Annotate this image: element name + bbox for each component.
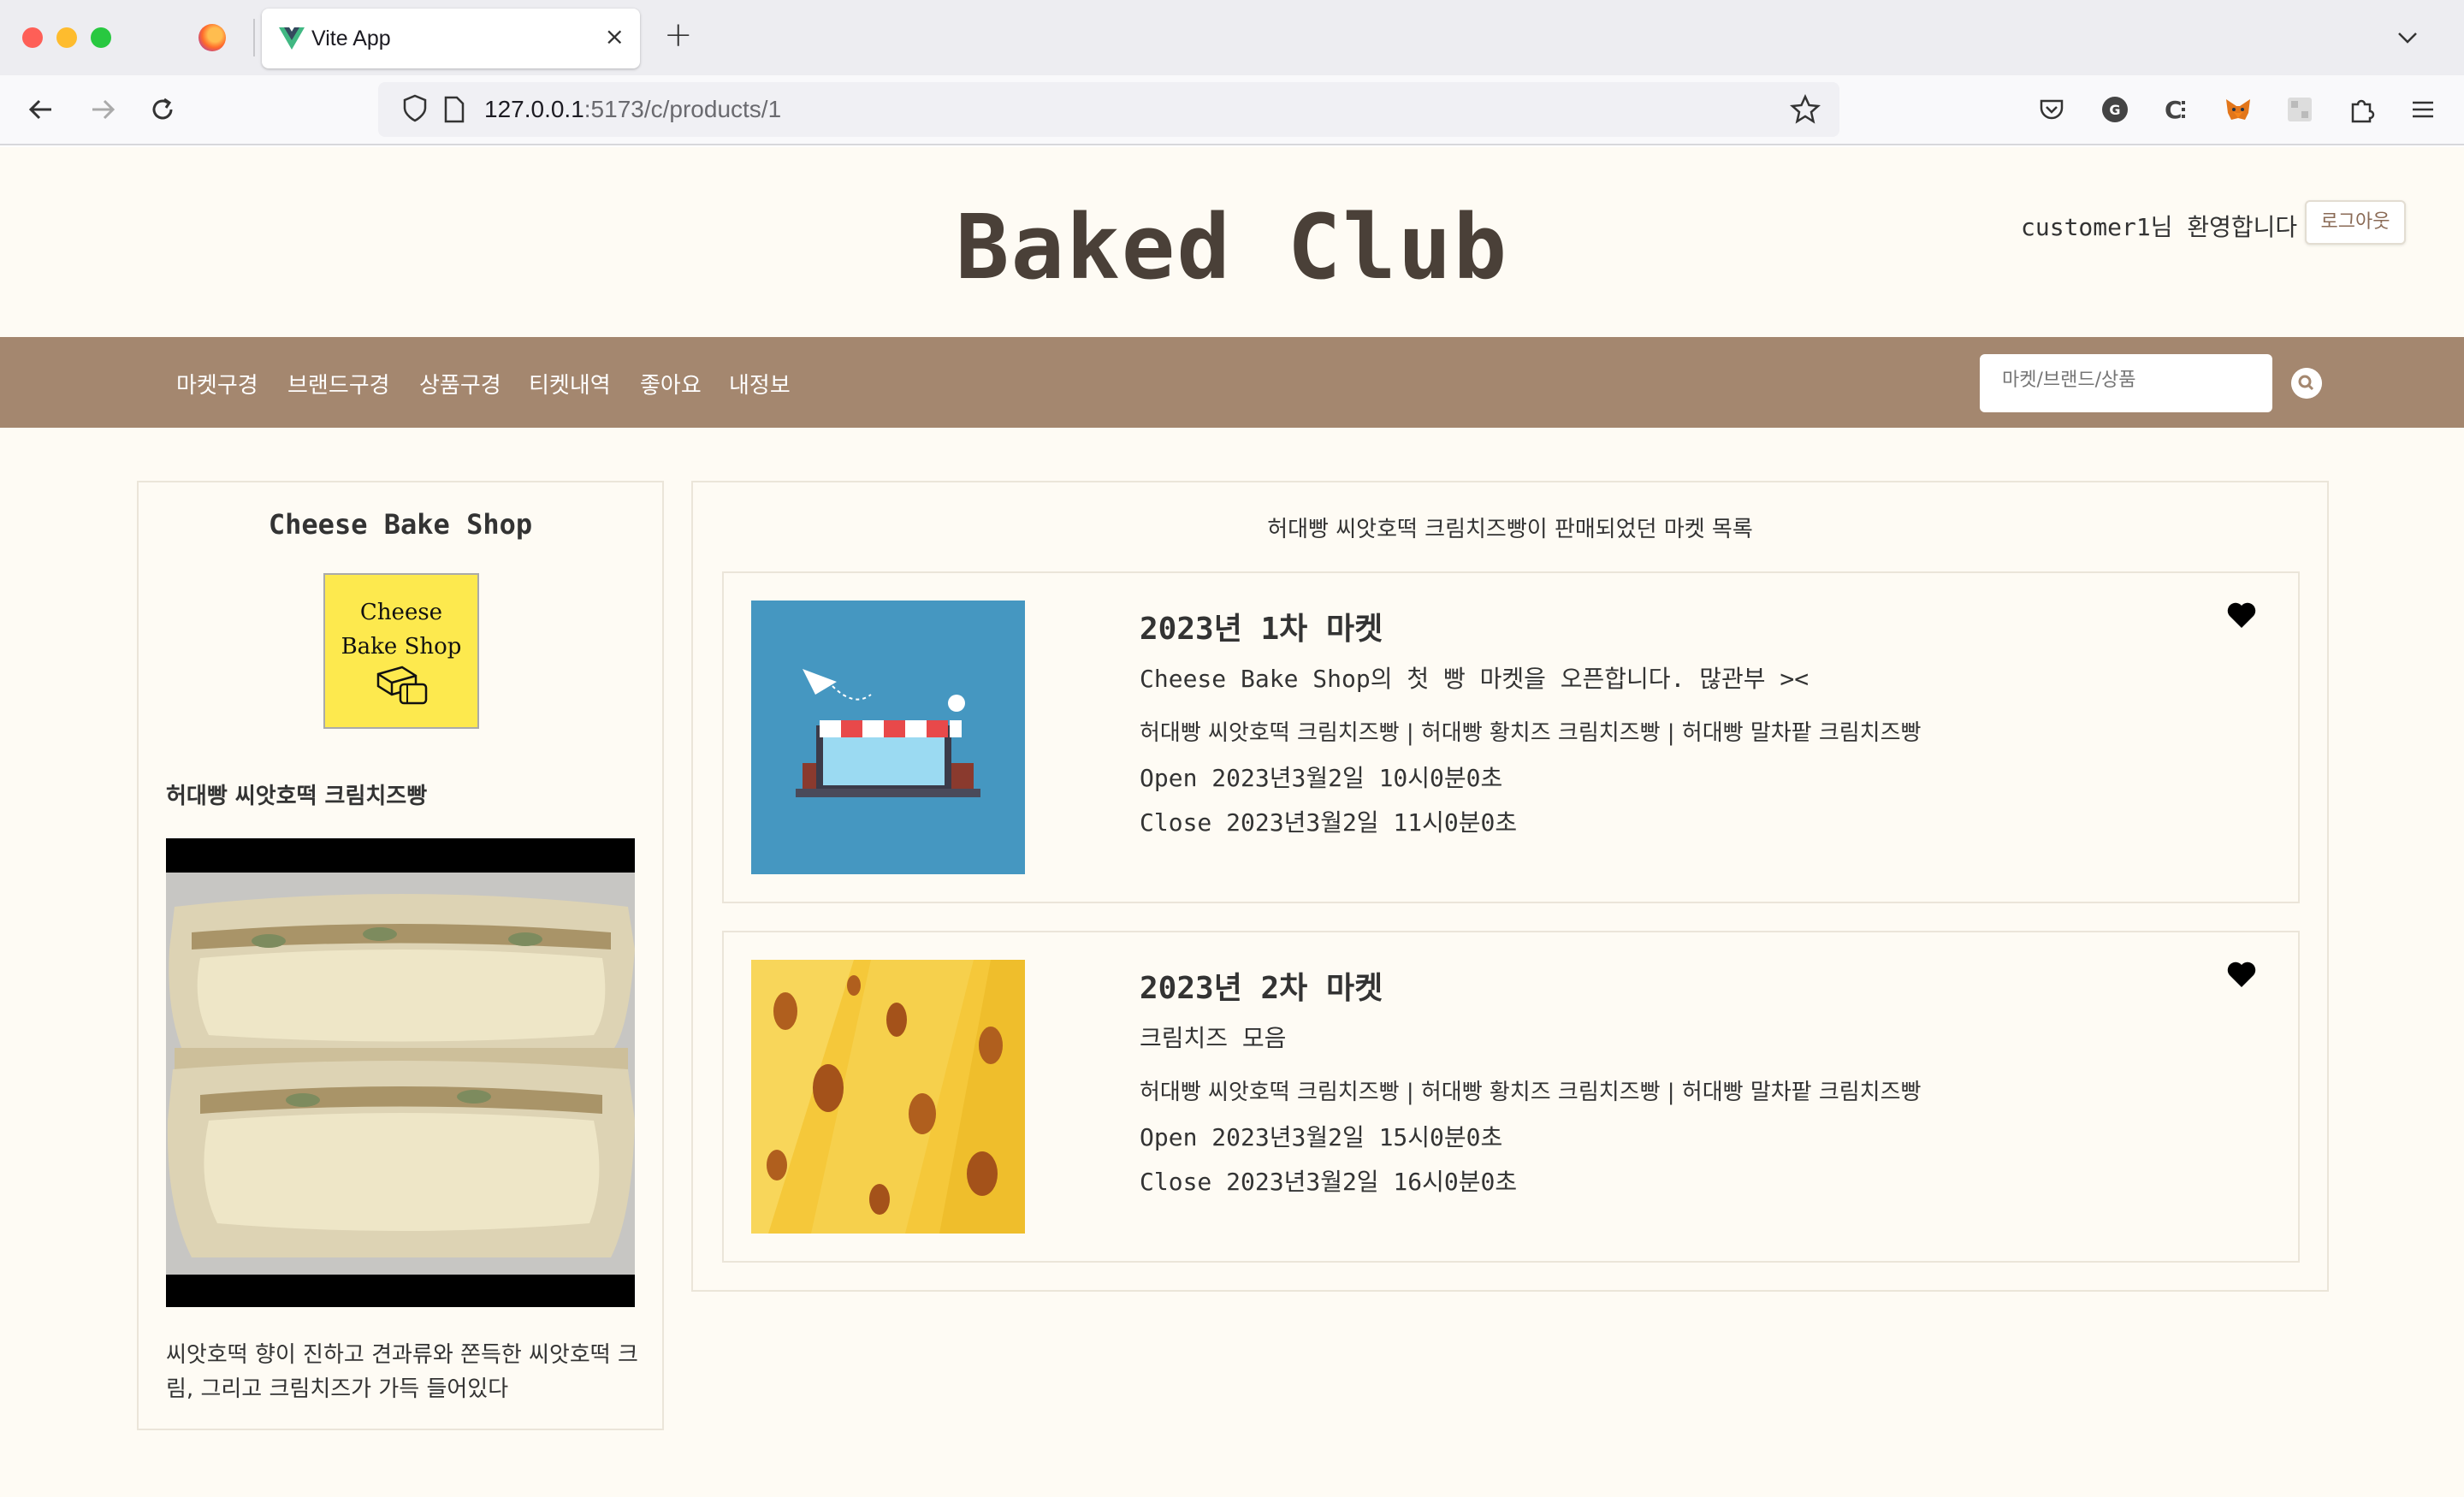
product-image [166, 838, 636, 1307]
shop-logo[interactable]: Cheese Bake Shop [323, 573, 479, 729]
url-text[interactable]: 127.0.0.1:5173/c/products/1 [484, 96, 781, 123]
bookmark-star-icon[interactable] [1790, 94, 1821, 125]
market-close-time: Close 2023년3월2일 11시0분0초 [1140, 808, 1518, 837]
list-tabs-icon[interactable] [2396, 26, 2420, 50]
close-window-button[interactable] [22, 27, 43, 48]
search-icon[interactable] [2291, 368, 2322, 399]
tab-vite-app[interactable]: Vite App × [262, 9, 640, 68]
extensions-puzzle-icon[interactable] [2346, 94, 2377, 125]
shop-name[interactable]: Cheese Bake Shop [139, 508, 662, 541]
main-menu-bar: 마켓구경 브랜드구경 상품구경 티켓내역 좋아요 내정보 [0, 337, 2464, 428]
grammarly-icon[interactable]: G [2100, 94, 2130, 125]
product-card: Cheese Bake Shop Cheese Bake Shop 허대빵 씨앗… [137, 481, 664, 1430]
browser-nav-bar: 127.0.0.1:5173/c/products/1 G C [0, 75, 2464, 145]
vue-logo-icon [279, 27, 305, 50]
market-list-title: 허대빵 씨앗호떡 크림치즈빵이 판매되었던 마켓 목록 [1267, 517, 1753, 542]
market-products: 허대빵 씨앗호떡 크림치즈빵 | 허대빵 황치즈 크림치즈빵 | 허대빵 말차팥… [1140, 720, 1922, 746]
shield-icon[interactable] [402, 94, 428, 123]
market-description: 크림치즈 모음 [1140, 1024, 1287, 1052]
welcome-text: customer1님 환영합니다 [2021, 213, 2298, 241]
shop-logo-line2: Bake Shop [341, 634, 462, 660]
extension-c-icon[interactable]: C [2161, 94, 2192, 125]
forward-arrow-icon[interactable] [87, 94, 118, 125]
market-open-time: Open 2023년3월2일 15시0분0초 [1140, 1123, 1503, 1151]
close-tab-icon[interactable]: × [605, 22, 625, 50]
market-title[interactable]: 2023년 2차 마켓 [1140, 963, 1383, 1008]
metamask-fox-icon[interactable] [2223, 94, 2254, 125]
page-content: Baked Club customer1님 환영합니다 로그아웃 마켓구경 브랜… [0, 147, 2464, 1497]
maximize-window-button[interactable] [91, 27, 111, 48]
heart-icon[interactable] [2226, 960, 2257, 989]
product-description: 씨앗호떡 향이 진하고 견과류와 쫀득한 씨앗호떡 크림, 그리고 크림치즈가 … [166, 1342, 638, 1402]
market-close-time: Close 2023년3월2일 16시0분0초 [1140, 1168, 1518, 1196]
svg-text:C: C [2165, 96, 2183, 124]
market-products: 허대빵 씨앗호떡 크림치즈빵 | 허대빵 황치즈 크림치즈빵 | 허대빵 말차팥… [1140, 1080, 1922, 1105]
logout-button[interactable]: 로그아웃 [2305, 200, 2406, 245]
menu-item-myinfo[interactable]: 내정보 [729, 368, 791, 399]
market-description: Cheese Bake Shop의 첫 빵 마켓을 오픈합니다. 많관부 >< [1140, 665, 1810, 693]
menu-item-brand[interactable]: 브랜드구경 [287, 368, 390, 399]
reload-icon[interactable] [147, 94, 178, 125]
market-item[interactable]: 2023년 2차 마켓 크림치즈 모음 허대빵 씨앗호떡 크림치즈빵 | 허대빵… [722, 931, 2300, 1263]
product-title: 허대빵 씨앗호떡 크림치즈빵 [166, 784, 428, 809]
market-title[interactable]: 2023년 1차 마켓 [1140, 604, 1383, 648]
heart-icon[interactable] [2226, 601, 2257, 630]
tab-title: Vite App [311, 27, 391, 50]
url-bar[interactable]: 127.0.0.1:5173/c/products/1 [378, 82, 1839, 137]
market-item[interactable]: 2023년 1차 마켓 Cheese Bake Shop의 첫 빵 마켓을 오픈… [722, 571, 2300, 903]
menu-item-tickets[interactable]: 티켓내역 [529, 368, 611, 399]
menu-item-product[interactable]: 상품구경 [419, 368, 501, 399]
hamburger-menu-icon[interactable] [2408, 94, 2438, 125]
menu-item-market[interactable]: 마켓구경 [176, 368, 258, 399]
shop-logo-line1: Cheese [359, 600, 443, 625]
browser-tab-bar: Vite App × + [0, 0, 2464, 75]
page-icon [444, 96, 465, 123]
new-tab-button[interactable]: + [664, 15, 693, 55]
menu-item-likes[interactable]: 좋아요 [640, 368, 702, 399]
minimize-window-button[interactable] [56, 27, 77, 48]
search-box [1980, 354, 2272, 412]
svg-text:G: G [2109, 102, 2120, 118]
back-arrow-icon[interactable] [26, 94, 56, 125]
extension-grid-icon[interactable] [2284, 94, 2315, 125]
firefox-icon[interactable] [198, 24, 226, 51]
market-list-card: 허대빵 씨앗호떡 크림치즈빵이 판매되었던 마켓 목록 2023년 1차 마켓 … [691, 481, 2329, 1292]
market-image [751, 960, 1025, 1234]
pocket-icon[interactable] [2036, 94, 2067, 125]
cheese-icon [376, 666, 428, 705]
market-image [751, 601, 1025, 874]
market-open-time: Open 2023년3월2일 10시0분0초 [1140, 764, 1503, 792]
tab-separator [253, 19, 255, 56]
search-input[interactable] [2002, 370, 2259, 391]
